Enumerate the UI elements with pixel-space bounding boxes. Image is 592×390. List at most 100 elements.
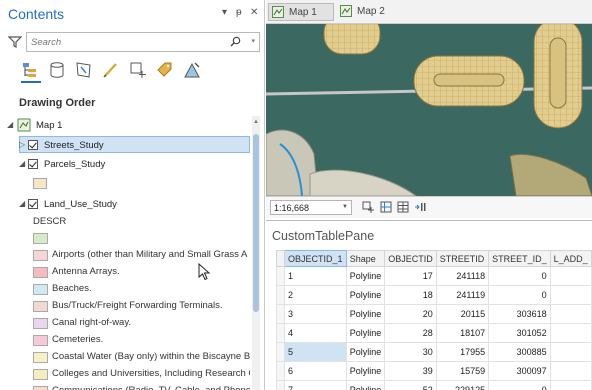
list-by-source-icon[interactable] [47,60,67,80]
column-header[interactable]: STREETID [435,250,490,267]
row-header-corner[interactable] [275,250,286,267]
table-cell[interactable]: 5 [284,342,347,362]
table-cell[interactable]: 300097 [488,361,551,381]
table-cell[interactable]: 17955 [435,342,490,362]
table-cell[interactable] [549,361,592,381]
table-row[interactable]: 2 Polyline 18 241119 0 [275,285,592,305]
search-box[interactable]: ▾ [26,32,260,52]
table-cell[interactable]: 18107 [435,323,490,343]
legend-swatch[interactable] [33,250,48,261]
row-selector[interactable] [275,323,286,343]
row-selector[interactable] [275,304,286,324]
table-icon[interactable] [397,201,409,213]
table-cell[interactable]: 0 [488,266,551,286]
close-pane-icon[interactable]: ✕ [250,7,258,18]
pause-drawing-icon[interactable] [414,201,426,213]
column-header[interactable]: L_ADD_ [549,250,592,267]
table-cell[interactable] [549,342,592,362]
scroll-up-icon[interactable]: ▲ [253,119,259,125]
legend-swatch[interactable] [33,318,48,329]
layer-row-streets-study[interactable]: ▷ Streets_Study [19,136,250,153]
table-row[interactable]: 6 Polyline 39 15759 300097 [275,361,592,381]
column-header[interactable]: OBJECTID [384,250,437,267]
layer-visibility-checkbox[interactable] [28,159,38,169]
list-by-labeling-icon[interactable] [155,60,175,80]
table-cell[interactable]: 17 [384,266,437,286]
table-cell[interactable]: 30 [384,342,437,362]
table-cell[interactable]: 241119 [435,285,490,305]
list-by-selection-icon[interactable] [74,60,94,80]
table-cell[interactable]: 20 [384,304,437,324]
legend-swatch[interactable] [33,267,48,278]
table-row[interactable]: 3 Polyline 20 20115 303618 [275,304,592,324]
table-cell[interactable]: 303618 [488,304,551,324]
table-cell[interactable]: 1 [284,266,347,286]
row-selector[interactable] [275,342,286,362]
table-cell[interactable]: 52 [384,380,437,390]
row-selector[interactable] [275,361,286,381]
column-header[interactable]: STREET_ID_ [488,250,551,267]
filter-icon[interactable] [8,35,22,49]
table-row[interactable]: 7 Polyline 52 229125 0 [275,380,592,390]
table-cell[interactable]: Polyline [345,266,386,286]
legend-swatch[interactable] [33,386,48,390]
collapse-triangle-icon[interactable]: ◢ [19,199,25,208]
map-scale-dropdown[interactable]: 1:16,668 ▼ [270,200,352,215]
table-cell[interactable]: 2 [284,285,347,305]
table-cell[interactable]: 15759 [435,361,490,381]
legend-swatch[interactable] [33,352,48,363]
table-cell[interactable]: 301052 [488,323,551,343]
contents-scrollbar[interactable]: ▲ [252,116,260,390]
column-header[interactable]: Shape [345,250,386,267]
layer-visibility-checkbox[interactable] [28,199,38,209]
table-cell[interactable] [549,266,592,286]
table-cell[interactable]: 0 [488,285,551,305]
table-cell[interactable]: Polyline [345,380,386,390]
legend-swatch[interactable] [33,233,48,244]
table-cell[interactable]: 28 [384,323,437,343]
search-icon[interactable] [230,36,241,47]
list-by-snapping-icon[interactable] [128,60,148,80]
table-cell[interactable]: 6 [284,361,347,381]
row-selector[interactable] [275,266,286,286]
table-cell[interactable]: 7 [284,380,347,390]
tab-map-1[interactable]: Map 1 [268,3,334,21]
scrollbar-thumb[interactable] [253,134,259,312]
legend-swatch[interactable] [33,369,48,380]
row-selector[interactable] [275,380,286,390]
chevron-down-icon[interactable]: ▼ [342,204,348,210]
table-cell[interactable]: 20115 [435,304,490,324]
expand-triangle-icon[interactable]: ▷ [19,140,25,149]
grid-icon[interactable] [380,201,392,213]
tab-map-2[interactable]: Map 2 [337,3,397,21]
column-header[interactable]: OBJECTID_1 [284,250,347,267]
table-row[interactable]: 4 Polyline 28 18107 301052 [275,323,592,343]
table-cell[interactable]: 241118 [435,266,490,286]
table-cell[interactable]: Polyline [345,361,386,381]
snapping-icon[interactable] [362,201,374,213]
layer-visibility-checkbox[interactable] [28,140,38,150]
list-by-editing-icon[interactable] [101,60,121,80]
list-by-drawing-order-icon[interactable] [20,60,41,83]
table-cell[interactable]: Polyline [345,342,386,362]
table-cell[interactable]: 4 [284,323,347,343]
map-canvas[interactable] [266,24,592,196]
legend-swatch[interactable] [33,301,48,312]
table-cell[interactable]: 0 [488,380,551,390]
search-input[interactable] [31,35,221,49]
table-row[interactable]: 5 Polyline 30 17955 300885 [275,342,592,362]
table-cell[interactable]: 39 [384,361,437,381]
table-cell[interactable]: 229125 [435,380,490,390]
map-view[interactable] [266,24,592,220]
layer-row-land-use-study[interactable]: ◢ Land_Use_Study [19,196,250,213]
table-cell[interactable] [549,380,592,390]
table-cell[interactable] [549,323,592,343]
table-cell[interactable]: 300885 [488,342,551,362]
table-cell[interactable]: Polyline [345,285,386,305]
legend-swatch[interactable] [33,284,48,295]
table-cell[interactable] [549,285,592,305]
layer-row-parcels-study[interactable]: ◢ Parcels_Study [19,156,250,173]
pin-pane-icon[interactable]: ᵽ [236,7,242,18]
legend-swatch[interactable] [33,335,48,346]
collapse-triangle-icon[interactable]: ◢ [7,120,13,129]
